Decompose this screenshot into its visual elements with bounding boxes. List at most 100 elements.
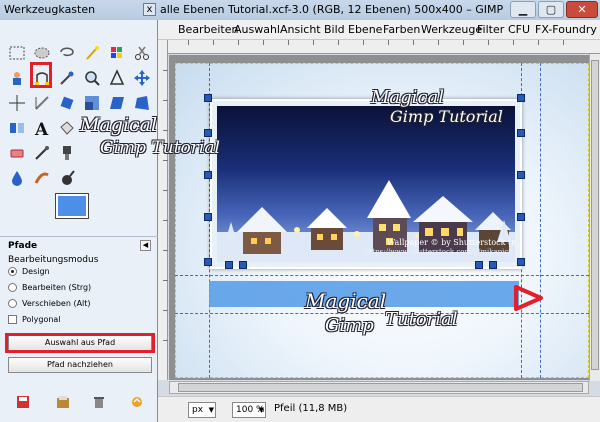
clone-icon[interactable]: [56, 142, 78, 164]
dodge-burn-icon[interactable]: [56, 167, 78, 189]
red-arrow-icon: [514, 285, 543, 311]
guide-vertical[interactable]: [540, 63, 541, 378]
tool-options-panel: Pfade ◀ Bearbeitungsmodus Design Bearbei…: [0, 236, 158, 422]
smudge-icon[interactable]: [31, 167, 53, 189]
menubar: Bearbeiten Auswahl Ansicht Bild Ebene Fa…: [158, 20, 600, 40]
mode-radio-edit[interactable]: Bearbeiten (Strg): [8, 283, 91, 292]
path-anchor[interactable]: [204, 258, 212, 266]
toolbox-title: Werkzeugkasten: [4, 3, 96, 16]
radio-unselected[interactable]: [8, 283, 17, 292]
horizontal-scrollbar[interactable]: [169, 381, 589, 394]
vertical-scroll-thumb[interactable]: [591, 60, 599, 370]
canvas-logo-top-magical: Magical: [371, 87, 445, 108]
unit-select[interactable]: px ▼: [188, 402, 216, 418]
polygonal-option[interactable]: Polygonal: [8, 315, 61, 324]
tool-options-title: Pfade: [8, 241, 38, 251]
path-anchor[interactable]: [517, 258, 525, 266]
menu-auswahl[interactable]: Auswahl: [234, 23, 280, 36]
shear-icon[interactable]: [106, 92, 128, 114]
path-anchor[interactable]: [204, 129, 212, 137]
path-anchor[interactable]: [517, 94, 525, 102]
menu-farben[interactable]: Farben: [383, 23, 420, 36]
menu-filter[interactable]: Filter: [477, 23, 504, 36]
mode-design-label: Design: [22, 267, 50, 276]
menu-bild[interactable]: Bild: [324, 23, 345, 36]
blur-icon[interactable]: [6, 167, 28, 189]
perspective-icon[interactable]: [131, 92, 153, 114]
tool-options-footer: [0, 395, 158, 415]
lasso-icon[interactable]: [56, 42, 78, 64]
path-anchor[interactable]: [239, 261, 247, 269]
text-icon[interactable]: A: [31, 117, 53, 139]
vertical-ruler[interactable]: [158, 40, 168, 380]
move-icon[interactable]: [131, 67, 153, 89]
eraser-icon[interactable]: [6, 142, 28, 164]
guide-horizontal[interactable]: [175, 313, 589, 314]
menu-fx-foundry[interactable]: FX-Foundry: [535, 23, 597, 36]
fg-bg-color-area[interactable]: [55, 193, 102, 230]
mode-radio-move[interactable]: Verschieben (Alt): [8, 299, 91, 308]
path-anchor[interactable]: [517, 171, 525, 179]
toolbox-titlebar[interactable]: Werkzeugkasten x: [0, 0, 158, 20]
path-anchor[interactable]: [225, 261, 233, 269]
menu-bearbeiten[interactable]: Bearbeiten: [178, 23, 238, 36]
crop-icon[interactable]: [31, 92, 53, 114]
path-anchor[interactable]: [204, 213, 212, 221]
fuzzy-select-icon[interactable]: [81, 42, 103, 64]
image-window-titlebar[interactable]: alle Ebenen Tutorial.xcf-3.0 (RGB, 12 Eb…: [158, 0, 600, 20]
polygonal-checkbox[interactable]: [8, 315, 17, 324]
scissors-icon[interactable]: [131, 42, 153, 64]
foreground-color-swatch[interactable]: [55, 193, 89, 219]
align-icon[interactable]: [6, 92, 28, 114]
statusbar: px ▼ 100 % ▼ Pfeil (11,8 MB): [158, 396, 600, 422]
measure-icon[interactable]: [106, 67, 128, 89]
zoom-icon[interactable]: [81, 67, 103, 89]
canvas-logo-bottom-gimp: Gimp: [325, 315, 374, 336]
radio-selected[interactable]: [8, 267, 17, 276]
rotate-icon[interactable]: [56, 92, 78, 114]
rect-select-icon[interactable]: [6, 42, 28, 64]
menu-werkzeuge[interactable]: Werkzeuge: [421, 23, 482, 36]
guide-horizontal[interactable]: [175, 275, 589, 276]
path-anchor[interactable]: [517, 213, 525, 221]
delete-options-icon[interactable]: [92, 395, 106, 409]
horizontal-scroll-thumb[interactable]: [178, 383, 583, 392]
ellipse-select-icon[interactable]: [31, 42, 53, 64]
selection-from-path-highlight: [5, 333, 155, 353]
radio-unselected[interactable]: [8, 299, 17, 308]
collapse-arrow-icon[interactable]: ◀: [140, 240, 151, 251]
svg-text:A: A: [34, 120, 49, 137]
mode-radio-design[interactable]: Design: [8, 267, 50, 276]
menu-cfu[interactable]: CFU: [508, 23, 530, 36]
status-message: Pfeil (11,8 MB): [274, 403, 348, 414]
minimize-button[interactable]: ▁: [510, 1, 536, 18]
save-options-icon[interactable]: [16, 395, 30, 409]
path-anchor[interactable]: [204, 171, 212, 179]
maximize-button[interactable]: ▢: [538, 1, 564, 18]
reset-options-icon[interactable]: [130, 395, 144, 409]
stroke-path-button[interactable]: Pfad nachziehen: [8, 357, 152, 373]
zoom-select[interactable]: 100 % ▼: [232, 402, 266, 418]
restore-options-icon[interactable]: [56, 395, 70, 409]
unit-value: px: [192, 405, 204, 415]
vertical-scrollbar[interactable]: [589, 54, 600, 381]
flip-icon[interactable]: [6, 117, 28, 139]
foreground-select-icon[interactable]: [6, 67, 28, 89]
canvas-area[interactable]: Wallpaper © by Shutterstock (mika) https…: [169, 55, 589, 380]
toolbox-close-button[interactable]: x: [143, 3, 156, 16]
path-anchor[interactable]: [517, 129, 525, 137]
color-select-icon[interactable]: [106, 42, 128, 64]
path-anchor[interactable]: [489, 261, 497, 269]
horizontal-ruler[interactable]: [168, 40, 600, 54]
path-anchor[interactable]: [204, 94, 212, 102]
airbrush-icon[interactable]: [31, 142, 53, 164]
menu-ansicht[interactable]: Ansicht: [280, 23, 321, 36]
menu-ebene[interactable]: Ebene: [348, 23, 382, 36]
close-button[interactable]: ✕: [566, 1, 598, 18]
scale-icon[interactable]: [81, 92, 103, 114]
bucket-fill-icon[interactable]: [56, 117, 78, 139]
paths-tool-highlight: [30, 62, 52, 88]
path-anchor[interactable]: [475, 261, 483, 269]
color-picker-icon[interactable]: [56, 67, 78, 89]
image-canvas[interactable]: Wallpaper © by Shutterstock (mika) https…: [175, 63, 589, 378]
